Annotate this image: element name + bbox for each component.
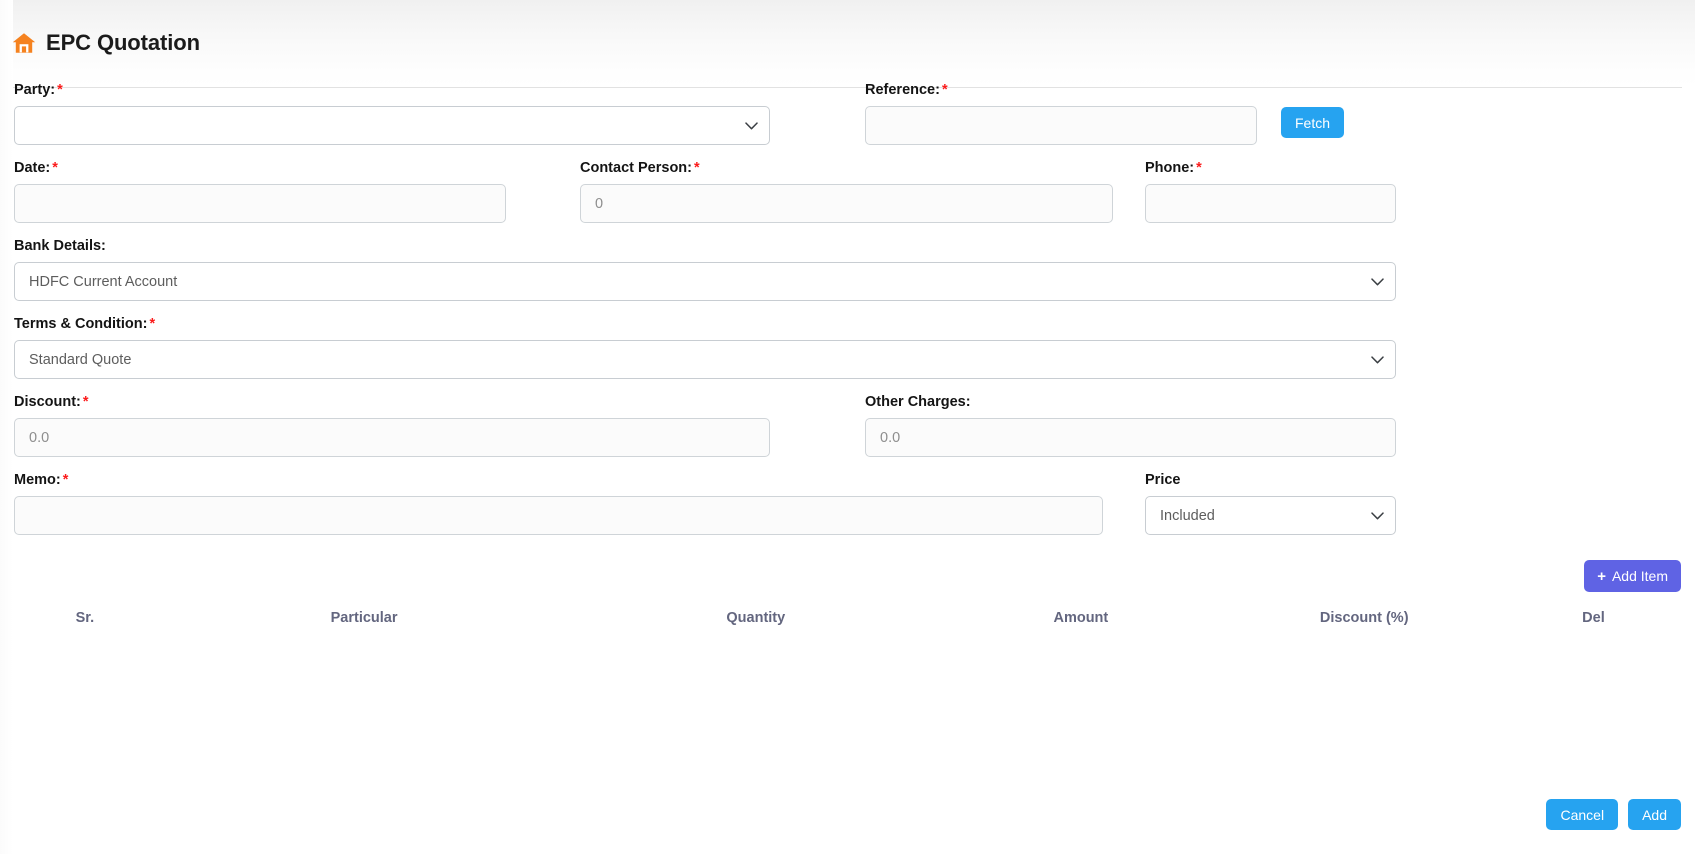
party-select[interactable] bbox=[14, 106, 770, 146]
memo-group: Memo: * bbox=[14, 472, 1103, 536]
fetch-button[interactable]: Fetch bbox=[1281, 107, 1345, 138]
add-item-label: Add Item bbox=[1611, 568, 1668, 584]
contact-person-group: Contact Person: * bbox=[580, 160, 1113, 224]
required-marker: * bbox=[82, 394, 89, 410]
page-header: EPC Quotation bbox=[0, 0, 1695, 64]
other-charges-input[interactable] bbox=[865, 418, 1396, 458]
contact-person-input[interactable] bbox=[580, 184, 1113, 224]
other-charges-group: Other Charges: bbox=[865, 394, 1396, 458]
column-header-particular: Particular bbox=[330, 610, 398, 626]
form-row-discount-charges: Discount:* Other Charges: bbox=[14, 394, 1681, 472]
column-header-discount: Discount (%) bbox=[1319, 610, 1409, 626]
form-row-date-contact-phone: Date:* Contact Person:* Phone:* bbox=[14, 160, 1681, 238]
contact-person-label: Contact Person: * bbox=[580, 160, 700, 176]
phone-label: Phone: * bbox=[1145, 160, 1202, 176]
memo-label: Memo: * bbox=[14, 472, 69, 488]
required-marker: * bbox=[1196, 160, 1202, 176]
cancel-button[interactable]: Cancel bbox=[1546, 799, 1619, 830]
bank-details-label: Bank Details: bbox=[14, 238, 106, 254]
form-row-memo-price: Memo: * Price Included bbox=[14, 472, 1681, 550]
footer-actions: Cancel Add bbox=[1546, 799, 1681, 830]
reference-input[interactable] bbox=[865, 106, 1257, 146]
terms-condition-group: Terms & Condition: * Standard Quote bbox=[14, 316, 1396, 380]
form-row-party-reference: Party: * Reference: * Fetch bbox=[14, 82, 1681, 160]
terms-condition-select-wrap: Standard Quote bbox=[14, 340, 1396, 380]
party-label: Party: * bbox=[14, 82, 63, 98]
form-row-bank-details: Bank Details: HDFC Current Account bbox=[14, 238, 1681, 316]
add-item-row: + Add Item bbox=[14, 550, 1681, 596]
epc-quotation-page: EPC Quotation Party: * Reference: * Fetch … bbox=[0, 0, 1695, 854]
bank-details-select[interactable]: HDFC Current Account bbox=[14, 262, 1396, 302]
bank-details-group: Bank Details: HDFC Current Account bbox=[14, 238, 1396, 302]
party-group: Party: * bbox=[14, 82, 770, 146]
price-label: Price bbox=[1145, 472, 1181, 488]
phone-input[interactable] bbox=[1145, 184, 1396, 224]
required-marker: * bbox=[62, 472, 69, 488]
add-item-button[interactable]: + Add Item bbox=[1584, 560, 1681, 592]
price-select[interactable]: Included bbox=[1145, 496, 1396, 536]
form-row-terms-condition: Terms & Condition: * Standard Quote bbox=[14, 316, 1681, 394]
date-group: Date: * bbox=[14, 160, 506, 224]
required-marker: * bbox=[149, 316, 156, 332]
required-marker: * bbox=[52, 160, 58, 176]
quotation-form: Party: * Reference: * Fetch Date: * Contact… bbox=[0, 64, 1695, 640]
column-header-sr: Sr. bbox=[75, 610, 95, 626]
discount-group: Discount: * bbox=[14, 394, 770, 458]
terms-condition-select[interactable]: Standard Quote bbox=[14, 340, 1396, 380]
page-title: EPC Quotation bbox=[46, 30, 200, 55]
discount-input[interactable] bbox=[14, 418, 770, 458]
items-table: Sr. Particular Quantity Amount Discount … bbox=[14, 596, 1681, 640]
column-header-del: Del bbox=[1582, 610, 1605, 626]
home-icon bbox=[12, 32, 36, 54]
discount-label: Discount: * bbox=[14, 394, 89, 410]
plus-icon: + bbox=[1597, 567, 1606, 585]
add-button[interactable]: Add bbox=[1628, 799, 1681, 830]
reference-label: Reference: * bbox=[865, 82, 948, 98]
required-marker: * bbox=[694, 160, 700, 176]
column-header-amount: Amount bbox=[1053, 610, 1109, 626]
other-charges-label: Other Charges: bbox=[865, 394, 971, 410]
items-table-header-row: Sr. Particular Quantity Amount Discount … bbox=[14, 596, 1681, 640]
date-label: Date: * bbox=[14, 160, 58, 176]
required-marker: * bbox=[941, 82, 948, 98]
phone-group: Phone: * bbox=[1145, 160, 1396, 224]
bank-details-select-wrap: HDFC Current Account bbox=[14, 262, 1396, 302]
column-header-quantity: Quantity bbox=[726, 610, 786, 626]
reference-group: Reference: * bbox=[865, 82, 1257, 146]
price-group: Price Included bbox=[1145, 472, 1396, 536]
terms-condition-label: Terms & Condition: * bbox=[14, 316, 156, 332]
date-input[interactable] bbox=[14, 184, 506, 224]
required-marker: * bbox=[57, 82, 63, 98]
memo-input[interactable] bbox=[14, 496, 1103, 536]
price-select-wrap: Included bbox=[1145, 496, 1396, 536]
party-select-wrap bbox=[14, 106, 770, 146]
